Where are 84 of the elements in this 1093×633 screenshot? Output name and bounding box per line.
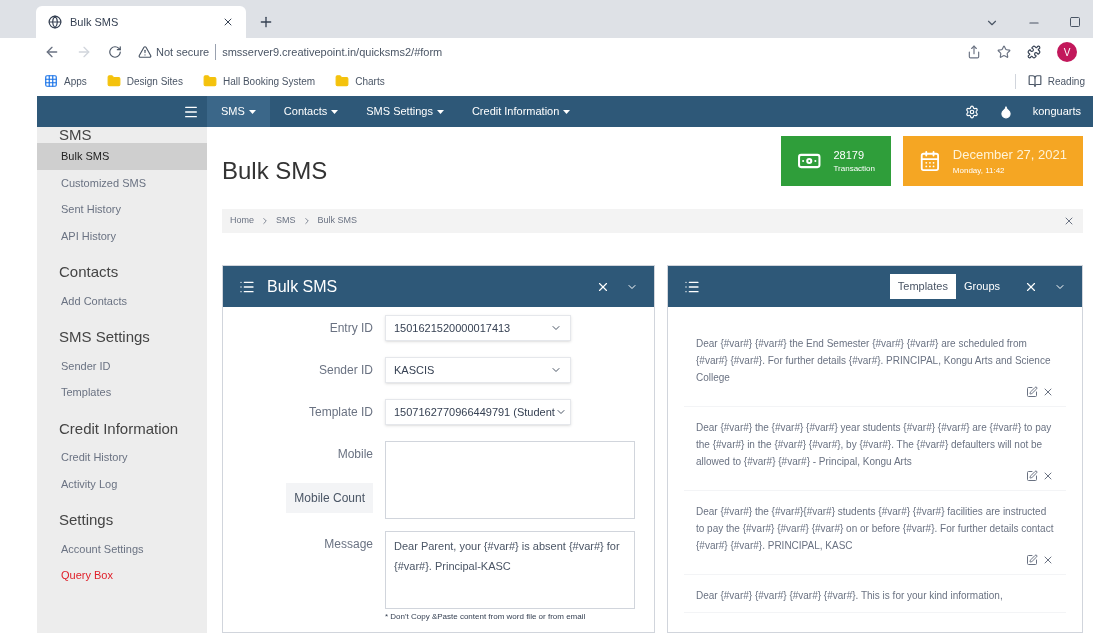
breadcrumb-link[interactable]: Home: [230, 214, 254, 228]
field-label: Mobile: [337, 446, 373, 463]
edit-icon[interactable]: [1026, 554, 1038, 566]
sidebar-item[interactable]: Query Box: [37, 562, 207, 589]
sidebar-item[interactable]: Templates: [37, 379, 207, 406]
sidebar-item[interactable]: API History: [37, 222, 207, 249]
maximize-icon[interactable]: [1069, 16, 1081, 28]
chevron-right-icon: [260, 216, 270, 226]
folder-icon: [106, 74, 121, 88]
caret-icon: [248, 109, 256, 114]
panel-tab[interactable]: Templates: [889, 274, 956, 299]
address-bar[interactable]: Not secure smsserver9.creativepoint.in/quicksms2/#form: [138, 43, 951, 61]
nav-menu[interactable]: SMS: [207, 96, 270, 127]
bookmark[interactable]: Apps: [44, 73, 87, 89]
delete-icon[interactable]: [1042, 554, 1054, 566]
apps-grid-icon: [44, 74, 58, 88]
nav-menu[interactable]: Credit Information: [457, 96, 585, 127]
stat-label: Monday, 11:42: [952, 164, 1006, 177]
back-icon[interactable]: [44, 44, 60, 60]
caret-icon: [563, 109, 571, 114]
reload-icon[interactable]: [108, 45, 122, 59]
caret-icon: [331, 109, 339, 114]
template-text: Dear {#var#} the {#var#} {#var#} year students {#var#} {#var#} are {#var#} to pay the {#var#} in the {#var#} {#var#}, by {#var#}. The {#var#} defaulters will not be allowed to {#var#} {#var#} - Principal, Kongu Arts: [696, 421, 1053, 469]
sidebar-heading: Contacts: [58, 262, 120, 282]
stat-value: 28179: [833, 147, 866, 163]
close-icon[interactable]: [1063, 215, 1075, 227]
select-field[interactable]: KASCIS: [385, 357, 571, 383]
edit-icon[interactable]: [1026, 470, 1038, 482]
bookmark[interactable]: Design Sites: [106, 73, 183, 89]
sidebar-item[interactable]: Sender ID: [37, 352, 207, 379]
select-field[interactable]: 1501621520000017413: [385, 315, 571, 341]
bookmark[interactable]: Charts: [335, 73, 385, 89]
field-label: Entry ID: [328, 320, 373, 337]
caret-icon: [436, 109, 444, 114]
breadcrumb-link[interactable]: Bulk SMS: [317, 214, 358, 228]
text-area[interactable]: Dear Parent, your {#var#} is absent {#var#} for {#var#}. Principal-KASC: [385, 531, 635, 609]
delete-icon[interactable]: [1042, 470, 1054, 482]
sidebar-item[interactable]: Activity Log: [37, 470, 207, 497]
star-icon[interactable]: [997, 45, 1011, 59]
nav-menu[interactable]: SMS Settings: [352, 96, 458, 127]
page-title: Bulk SMS: [222, 156, 328, 186]
field-label: Sender ID: [317, 362, 373, 379]
sidebar-item[interactable]: Customized SMS: [37, 169, 207, 196]
folder-icon: [202, 74, 217, 88]
bookmark[interactable]: Hall Booking System: [202, 73, 316, 89]
droplet-icon[interactable]: [998, 104, 1013, 119]
browser-tab[interactable]: Bulk SMS: [36, 6, 246, 38]
field-label: Message: [324, 536, 373, 553]
globe-icon: [48, 15, 62, 29]
sidebar-heading: Credit Information: [58, 418, 180, 439]
template-text: Dear {#var#} the {#var#}{#var#} students {#var#} {#var#} facilities are instructed to pay the {#var#} {#var#} {#var#} on or before {#var#}. For further details contact {#var#} {#var#}. PRINCIPAL, KASC: [696, 505, 1054, 553]
edit-icon[interactable]: [1026, 386, 1038, 398]
sidebar-heading: SMS Settings: [58, 327, 151, 347]
puzzle-icon[interactable]: [1027, 45, 1041, 59]
settings-icon[interactable]: [964, 104, 979, 119]
sidebar-item[interactable]: Account Settings: [37, 535, 207, 562]
select-field[interactable]: 1507162770966449791 (Student: [385, 399, 571, 425]
nav-menu[interactable]: Contacts: [269, 96, 353, 127]
breadcrumb-link[interactable]: SMS: [276, 214, 296, 228]
mobile-count-button[interactable]: Mobile Count: [286, 483, 373, 513]
panel-title: Bulk SMS: [267, 276, 339, 297]
new-tab-icon[interactable]: [258, 14, 274, 30]
template-text: Dear {#var#} {#var#} {#var#} {#var#}. This is for your kind information,: [696, 589, 1004, 603]
reading-list-button[interactable]: Reading: [1014, 73, 1085, 89]
close-icon[interactable]: [222, 16, 234, 28]
field-label: Template ID: [307, 404, 373, 421]
username[interactable]: konguarts: [1032, 103, 1081, 120]
sidebar-item[interactable]: Bulk SMS: [37, 143, 207, 170]
stat-value: December 27, 2021: [952, 146, 1067, 165]
sidebar-heading: SMS: [58, 127, 93, 143]
folder-icon: [335, 74, 350, 88]
sidebar-item[interactable]: Add Contacts: [37, 287, 207, 314]
share-icon[interactable]: [967, 45, 981, 59]
book-icon: [1027, 74, 1042, 88]
field-note: * Don't Copy &Paste content from word file or from email: [385, 611, 587, 623]
sidebar-item[interactable]: Sent History: [37, 196, 207, 223]
profile-avatar[interactable]: V: [1057, 42, 1077, 62]
delete-icon[interactable]: [1042, 386, 1054, 398]
panel-tab[interactable]: Groups: [955, 274, 1008, 299]
stat-label: Transaction: [833, 163, 875, 176]
sidebar-item[interactable]: Credit History: [37, 444, 207, 471]
sidebar-heading: Settings: [58, 510, 115, 530]
warning-icon: [138, 45, 152, 59]
template-text: Dear {#var#} {#var#} the End Semester {#var#} {#var#} are scheduled from {#var#} {#var#}. For further details {#var#}. PRINCIPAL, Kongu Arts and Science College: [696, 337, 1052, 385]
